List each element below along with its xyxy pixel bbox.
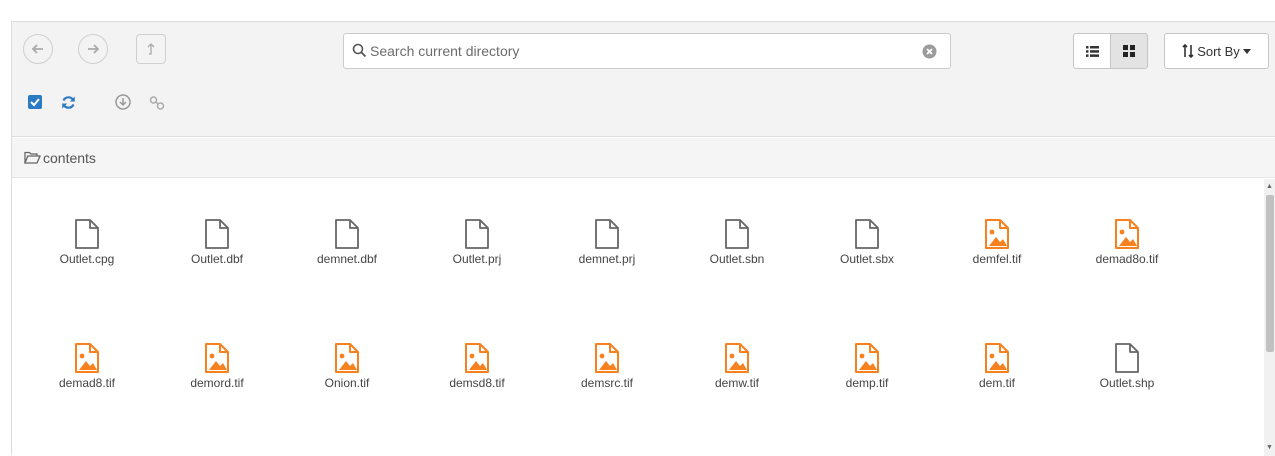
back-button[interactable] (23, 34, 53, 64)
file-item[interactable]: demad8.tif (32, 343, 142, 390)
breadcrumb-item[interactable]: contents (43, 150, 96, 166)
file-item[interactable]: Onion.tif (292, 343, 402, 390)
refresh-icon[interactable] (61, 95, 76, 110)
scrollbar-thumb[interactable] (1266, 195, 1274, 352)
file-item[interactable]: demad8o.tif (1072, 219, 1182, 266)
file-icon (725, 219, 749, 249)
file-name: demsrc.tif (580, 376, 633, 390)
search-input[interactable] (370, 34, 910, 68)
level-up-icon (147, 43, 155, 55)
image-file-icon (985, 219, 1009, 249)
vertical-scrollbar[interactable]: ▲ ▼ (1264, 179, 1275, 456)
file-grid: Outlet.cpg Outlet.dbf demnet.dbf Outlet.prj… (12, 179, 1264, 456)
file-icon (1115, 343, 1139, 373)
grid-view-button[interactable] (1110, 33, 1148, 69)
file-name: Outlet.dbf (190, 252, 244, 266)
file-item[interactable]: demsrc.tif (552, 343, 662, 390)
image-file-icon (985, 343, 1009, 373)
forward-button[interactable] (78, 34, 108, 64)
search-box (343, 33, 951, 69)
link-icon[interactable] (149, 96, 165, 110)
file-name: Outlet.prj (452, 252, 502, 266)
file-item[interactable]: demsd8.tif (422, 343, 532, 390)
file-item[interactable]: dem.tif (942, 343, 1052, 390)
image-file-icon (205, 343, 229, 373)
arrow-left-icon (32, 44, 43, 54)
file-item[interactable]: demfel.tif (942, 219, 1052, 266)
file-item[interactable]: Outlet.sbx (812, 219, 922, 266)
file-icon (75, 219, 99, 249)
scroll-up-icon[interactable]: ▲ (1266, 183, 1273, 191)
sort-by-label: Sort By (1197, 43, 1240, 59)
file-name: demp.tif (845, 376, 889, 390)
file-item[interactable]: Outlet.prj (422, 219, 532, 266)
file-name: Outlet.sbn (709, 252, 765, 266)
parent-directory-button[interactable] (136, 34, 166, 64)
file-item[interactable]: demp.tif (812, 343, 922, 390)
image-file-icon (465, 343, 489, 373)
file-icon (465, 219, 489, 249)
clear-search-icon[interactable] (922, 44, 937, 59)
file-item[interactable]: Outlet.dbf (162, 219, 272, 266)
file-name: demad8o.tif (1095, 252, 1159, 266)
file-icon (335, 219, 359, 249)
folder-open-icon (24, 151, 41, 164)
file-item[interactable]: demord.tif (162, 343, 272, 390)
list-view-button[interactable] (1073, 33, 1111, 69)
select-all-checkbox-icon[interactable] (28, 95, 42, 109)
grid-icon (1123, 45, 1135, 57)
toolbar: Sort By (12, 22, 1275, 137)
file-name: demord.tif (190, 376, 244, 390)
breadcrumb: contents (12, 138, 1275, 178)
file-item[interactable]: Outlet.shp (1072, 343, 1182, 390)
file-name: demad8.tif (58, 376, 116, 390)
file-name: Outlet.sbx (839, 252, 895, 266)
image-file-icon (595, 343, 619, 373)
file-name: dem.tif (978, 376, 1015, 390)
file-name: Onion.tif (324, 376, 370, 390)
file-name: demnet.dbf (316, 252, 378, 266)
image-file-icon (855, 343, 879, 373)
list-icon (1085, 45, 1099, 57)
file-item[interactable]: demnet.dbf (292, 219, 402, 266)
scroll-down-icon[interactable]: ▼ (1266, 444, 1273, 452)
file-item[interactable]: demw.tif (682, 343, 792, 390)
file-icon (205, 219, 229, 249)
file-icon (595, 219, 619, 249)
image-file-icon (725, 343, 749, 373)
file-browser: Sort By contents Outlet.cpg Outlet.dbf dem… (11, 21, 1275, 456)
file-name: Outlet.shp (1099, 376, 1155, 390)
file-name: demsd8.tif (449, 376, 505, 390)
file-name: demw.tif (714, 376, 759, 390)
download-icon[interactable] (115, 94, 131, 110)
file-item[interactable]: Outlet.sbn (682, 219, 792, 266)
search-icon (352, 43, 367, 58)
sort-by-button[interactable]: Sort By (1164, 33, 1269, 69)
sort-icon (1182, 44, 1194, 58)
file-name: demnet.prj (578, 252, 636, 266)
caret-down-icon (1242, 48, 1251, 54)
image-file-icon (75, 343, 99, 373)
file-item[interactable]: demnet.prj (552, 219, 662, 266)
file-name: demfel.tif (972, 252, 1022, 266)
image-file-icon (1115, 219, 1139, 249)
arrow-right-icon (88, 44, 99, 54)
file-name: Outlet.cpg (59, 252, 115, 266)
file-item[interactable]: Outlet.cpg (32, 219, 142, 266)
image-file-icon (335, 343, 359, 373)
file-icon (855, 219, 879, 249)
